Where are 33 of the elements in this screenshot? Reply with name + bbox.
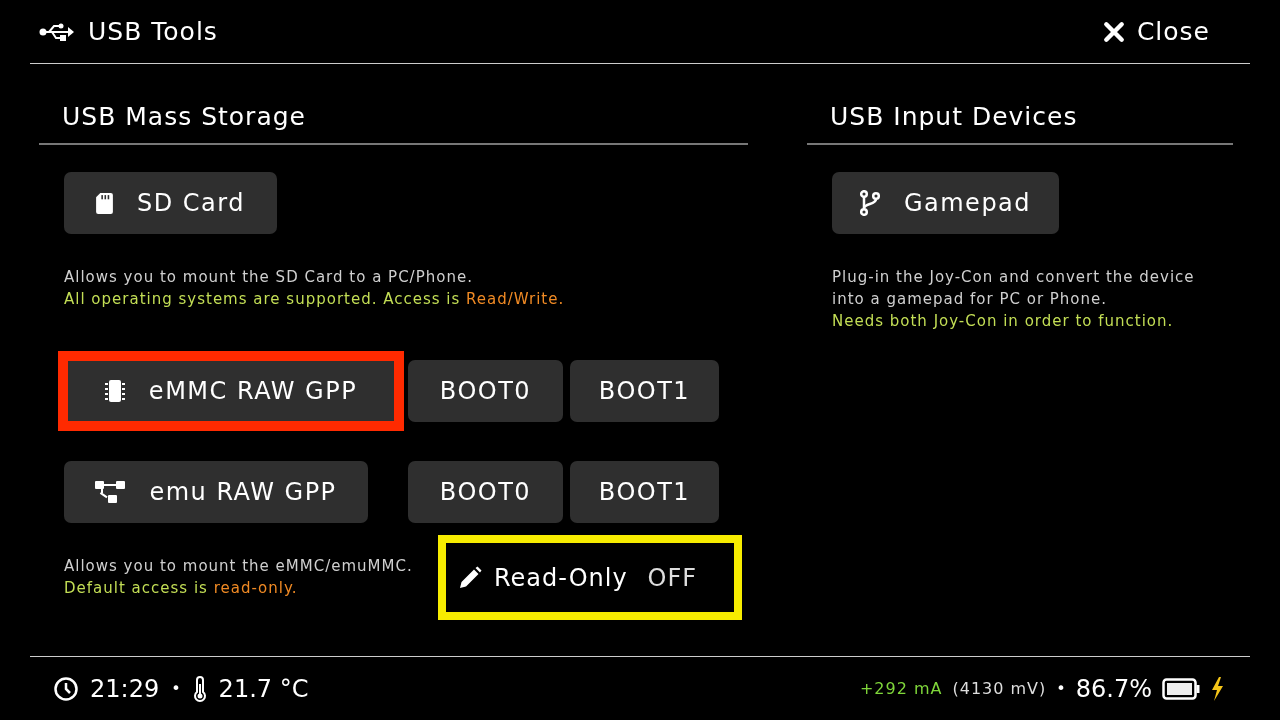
description-text: Allows you to mount the SD Card to a PC/Phone. All operating systems are supported. Access is Read/Write.: [64, 267, 566, 310]
separator-dot: •: [171, 679, 181, 698]
partition-button[interactable]: eMMC RAW GPP: [58, 351, 404, 431]
temperature-text: 21.7 °C: [218, 674, 309, 703]
description-text: Allows you to mount the eMMC/emuMMC. Default access is read-only.: [64, 556, 414, 599]
partition-button[interactable]: emu RAW GPP: [64, 461, 368, 523]
hierarchy-icon: [95, 480, 126, 504]
current-text: +292 mA: [859, 679, 943, 698]
pencil-icon: [458, 565, 482, 590]
close-icon: [1102, 20, 1125, 43]
branch-icon: [859, 190, 880, 216]
separator-dot: •: [1056, 679, 1066, 698]
sd-card-button[interactable]: SD Card: [64, 172, 277, 234]
time-text: 21:29: [90, 674, 160, 703]
boot-button[interactable]: BOOT1: [570, 461, 719, 523]
battery-icon: [1162, 677, 1200, 700]
close-button[interactable]: Close: [1102, 17, 1250, 46]
read-only-toggle[interactable]: Read-Only OFF: [438, 535, 742, 620]
usb-icon: [39, 21, 75, 42]
gamepad-button[interactable]: Gamepad: [832, 172, 1059, 234]
boot-button[interactable]: BOOT1: [570, 360, 719, 422]
chip-icon: [104, 379, 125, 403]
boot-button[interactable]: BOOT0: [408, 360, 563, 422]
section-title: USB Mass Storage: [39, 64, 748, 145]
voltage-text: (4130 mV): [952, 679, 1047, 698]
clock-icon: [54, 676, 78, 701]
battery-percent: 86.7%: [1075, 674, 1152, 703]
boot-button[interactable]: BOOT0: [408, 461, 563, 523]
description-text: Plug-in the Joy-Con and convert the device into a gamepad for PC or Phone. Needs both Joy-Con in order to function.: [832, 267, 1196, 332]
window-title: USB Tools: [88, 17, 218, 46]
section-title: USB Input Devices: [807, 64, 1233, 145]
thermometer-icon: [192, 675, 207, 702]
sd-card-icon: [96, 192, 113, 214]
